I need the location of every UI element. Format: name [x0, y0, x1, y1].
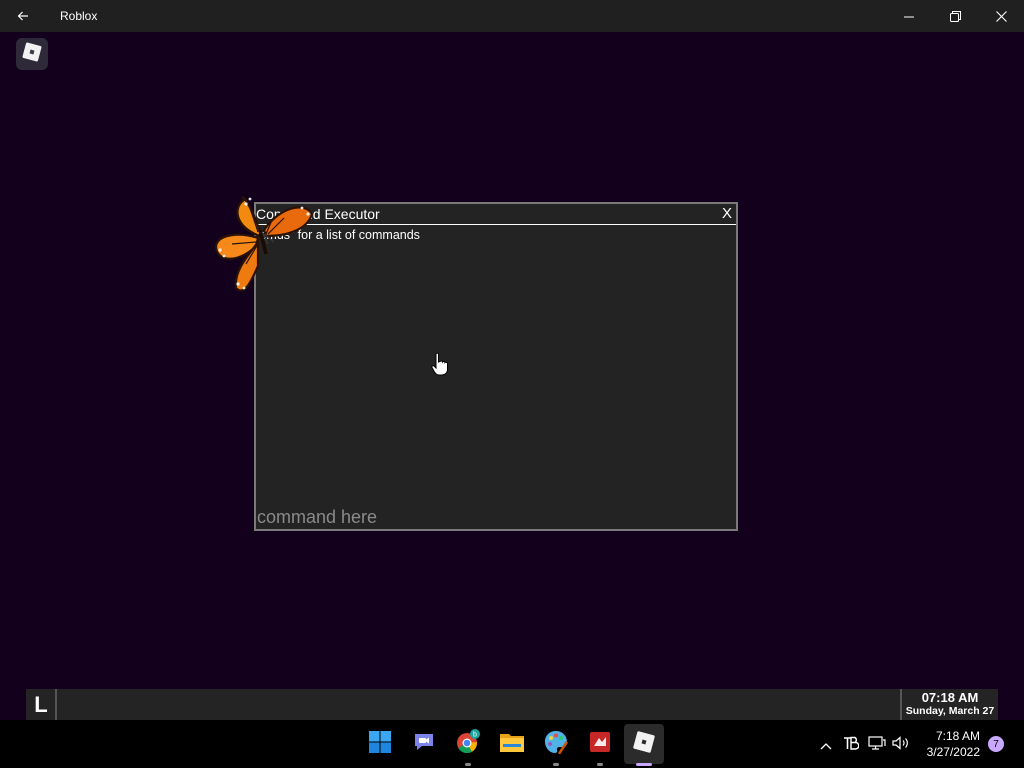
arrow-left-icon	[17, 7, 29, 26]
tray-app-button[interactable]	[840, 720, 862, 768]
hand-cursor-icon	[431, 352, 448, 376]
command-input[interactable]	[256, 505, 736, 529]
chevron-up-icon	[820, 735, 832, 754]
roblox-logo-icon	[22, 42, 42, 66]
back-button[interactable]	[0, 0, 46, 32]
show-hidden-icons-button[interactable]	[816, 720, 836, 768]
minimize-button[interactable]	[886, 0, 932, 32]
close-icon	[995, 7, 1007, 26]
start-button[interactable]	[360, 724, 400, 764]
active-indicator	[636, 763, 652, 766]
chrome-profile-badge: b	[473, 732, 477, 739]
tb-app-icon	[843, 735, 860, 754]
window-controls	[886, 0, 1024, 32]
taskbar-roblox[interactable]	[624, 724, 664, 766]
command-executor-close-button[interactable]: X	[722, 205, 732, 222]
paint-icon	[543, 729, 569, 759]
game-clock-date: Sunday, March 27	[905, 705, 995, 717]
taskbar-teams-chat[interactable]	[404, 724, 444, 764]
file-explorer-icon	[499, 730, 525, 758]
system-time: 7:18 AM	[935, 729, 980, 743]
running-indicator	[465, 763, 471, 766]
window-title: Roblox	[60, 9, 98, 23]
taskbar-paint[interactable]	[536, 724, 576, 766]
restore-icon	[949, 7, 961, 26]
window-titlebar: Roblox	[0, 0, 1024, 32]
start-icon	[368, 730, 392, 758]
volume-button[interactable]	[890, 720, 912, 768]
game-clock-time: 07:18 AM	[921, 690, 979, 705]
close-button[interactable]	[978, 0, 1024, 32]
red-app-icon	[589, 731, 611, 757]
system-date: 3/27/2022	[926, 745, 980, 759]
taskbar-file-explorer[interactable]	[492, 724, 532, 764]
butterfly-icon	[214, 196, 314, 292]
taskbar: b 7:18 AM 3/27/2022 7	[0, 720, 1024, 768]
game-bottom-bar: L 07:18 AM Sunday, March 27	[26, 689, 998, 720]
minimize-icon	[904, 7, 914, 26]
running-indicator	[597, 763, 603, 766]
screen: Roblox Command Executor X “cmds” for a l…	[0, 0, 1024, 768]
command-executor-header: Command Executor X	[256, 204, 736, 225]
l-badge: L	[34, 691, 48, 717]
roblox-icon	[632, 730, 656, 758]
divider	[55, 689, 57, 720]
restore-button[interactable]	[932, 0, 978, 32]
network-button[interactable]	[866, 720, 888, 768]
taskbar-chrome[interactable]: b	[448, 724, 488, 766]
network-icon	[868, 735, 886, 754]
game-clock: 07:18 AM Sunday, March 27	[900, 689, 998, 720]
teams-chat-icon	[412, 730, 436, 758]
command-executor-window: Command Executor X “cmds” for a list of …	[254, 202, 738, 531]
taskbar-red-app[interactable]	[580, 724, 620, 766]
volume-icon	[892, 735, 910, 754]
running-indicator	[553, 763, 559, 766]
chrome-icon: b	[455, 729, 481, 759]
notification-badge[interactable]: 7	[988, 736, 1004, 752]
roblox-menu-button[interactable]	[16, 38, 48, 70]
system-clock[interactable]: 7:18 AM 3/27/2022	[910, 728, 980, 760]
game-viewport[interactable]: Command Executor X “cmds” for a list of …	[0, 32, 1024, 720]
